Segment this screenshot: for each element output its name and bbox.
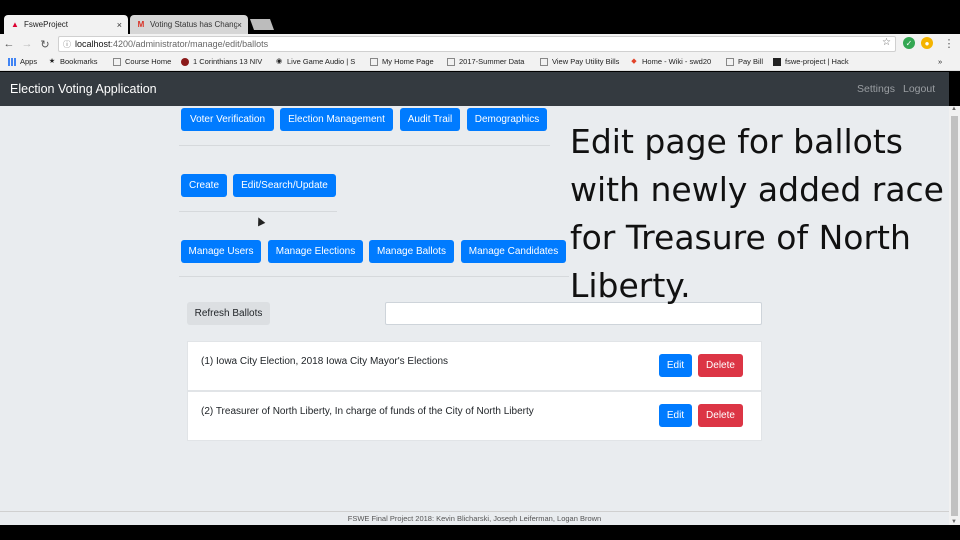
refresh-ballots-button[interactable]: Refresh Ballots <box>187 302 270 325</box>
new-tab-button[interactable] <box>249 19 275 30</box>
bookmark-apps[interactable]: Apps <box>8 57 37 66</box>
extension-check-icon[interactable]: ✓ <box>903 37 915 49</box>
caption-line: Edit page for ballots <box>570 122 903 161</box>
divider <box>179 276 569 277</box>
browser-menu-icon[interactable]: ⋮ <box>940 37 958 50</box>
bookmarks-bar: Apps ★ Bookmarks Course Home 1 Corinthian… <box>0 54 960 71</box>
close-tab-icon[interactable]: × <box>237 20 242 30</box>
nav-logout-link[interactable]: Logout <box>903 83 935 95</box>
apps-icon <box>8 57 16 66</box>
annotation-caption: Edit page for ballots with newly added r… <box>570 118 950 310</box>
audio-icon: ◉ <box>275 57 283 65</box>
bookmark-live-game-audio[interactable]: ◉ Live Game Audio | S <box>275 57 355 66</box>
browser-tab-fsweproject[interactable]: ▲ FsweProject × <box>4 15 128 34</box>
caption-line: with newly added race <box>570 170 944 209</box>
election-management-button[interactable]: Election Management <box>280 108 393 131</box>
manage-elections-button[interactable]: Manage Elections <box>268 240 363 263</box>
browser-tab-gmail[interactable]: M Voting Status has Chang × <box>130 15 248 34</box>
bookmarks-more-icon[interactable]: » <box>938 57 942 66</box>
demographics-button[interactable]: Demographics <box>467 108 547 131</box>
manage-candidates-button[interactable]: Manage Candidates <box>461 240 566 263</box>
address-bar[interactable]: ⓘ localhost:4200/administrator/manage/ed… <box>58 36 896 52</box>
voter-verification-button[interactable]: Voter Verification <box>181 108 274 131</box>
browser-toolbar: ← → ↻ ⓘ localhost:4200/administrator/man… <box>0 34 960 54</box>
url-path: :4200/administrator/manage/edit/ballots <box>110 39 269 49</box>
manage-users-button[interactable]: Manage Users <box>181 240 261 263</box>
info-icon: ⓘ <box>63 39 71 49</box>
create-button[interactable]: Create <box>181 174 227 197</box>
caption-line: for Treasure of North <box>570 218 911 257</box>
url-host: localhost <box>75 39 111 49</box>
forward-icon[interactable]: → <box>18 38 36 50</box>
bookmark-summer-data[interactable]: 2017-Summer Data <box>447 57 524 66</box>
edit-ballot-button[interactable]: Edit <box>659 404 692 427</box>
gmail-icon: M <box>137 20 145 29</box>
bookmark-fswe-project[interactable]: fswe-project | Hack <box>773 57 849 66</box>
page-icon <box>726 57 734 66</box>
browser-tab-strip: ▲ FsweProject × M Voting Status has Chan… <box>0 14 960 34</box>
hackathon-icon <box>773 57 781 66</box>
bookmark-wiki[interactable]: ◆ Home - Wiki - swd20 <box>630 57 711 66</box>
app-brand[interactable]: Election Voting Application <box>10 82 157 96</box>
app-navbar: Election Voting Application Settings Log… <box>0 72 949 106</box>
angular-icon: ▲ <box>11 20 19 29</box>
bookmark-utility-bills[interactable]: View Pay Utility Bills <box>540 57 619 66</box>
bookmark-my-home-page[interactable]: My Home Page <box>370 57 434 66</box>
bookmark-star-icon[interactable]: ☆ <box>882 37 891 48</box>
tab-title: FsweProject <box>24 20 69 29</box>
gitlab-icon: ◆ <box>631 57 637 65</box>
bookmark-pay-bill[interactable]: Pay Bill <box>726 57 763 66</box>
scroll-up-icon[interactable]: ▲ <box>951 106 957 112</box>
divider <box>179 211 337 212</box>
star-icon: ★ <box>48 57 56 65</box>
page-icon <box>540 57 548 66</box>
caption-line: Liberty. <box>570 266 691 305</box>
manage-ballots-button[interactable]: Manage Ballots <box>369 240 454 263</box>
tab-title: Voting Status has Chang <box>150 20 237 29</box>
delete-ballot-button[interactable]: Delete <box>698 354 743 377</box>
edit-ballot-button[interactable]: Edit <box>659 354 692 377</box>
letterbox-bar <box>0 525 960 540</box>
bookmark-corinthians[interactable]: 1 Corinthians 13 NIV <box>181 57 262 66</box>
bible-icon <box>181 57 189 66</box>
delete-ballot-button[interactable]: Delete <box>698 404 743 427</box>
page-icon <box>447 57 455 66</box>
page-footer: FSWE Final Project 2018: Kevin Blicharsk… <box>0 511 949 525</box>
reload-icon[interactable]: ↻ <box>36 38 54 51</box>
ballot-description: (1) Iowa City Election, 2018 Iowa City M… <box>201 356 449 367</box>
bookmark-bookmarks[interactable]: ★ Bookmarks <box>48 57 98 66</box>
page-icon <box>113 57 121 66</box>
edit-search-update-button[interactable]: Edit/Search/Update <box>233 174 336 197</box>
audit-trail-button[interactable]: Audit Trail <box>400 108 460 131</box>
ballot-description: (2) Treasurer of North Liberty, In charg… <box>201 406 534 417</box>
divider <box>179 145 550 146</box>
nav-settings-link[interactable]: Settings <box>857 83 895 95</box>
page-scrollbar[interactable]: ▲ ▼ <box>949 106 960 525</box>
extension-cat-icon[interactable]: ● <box>921 37 933 49</box>
back-icon[interactable]: ← <box>0 38 18 50</box>
scrollbar-thumb[interactable] <box>951 116 958 516</box>
bookmark-course-home[interactable]: Course Home <box>113 57 171 66</box>
page-icon <box>370 57 378 66</box>
close-tab-icon[interactable]: × <box>117 20 122 30</box>
